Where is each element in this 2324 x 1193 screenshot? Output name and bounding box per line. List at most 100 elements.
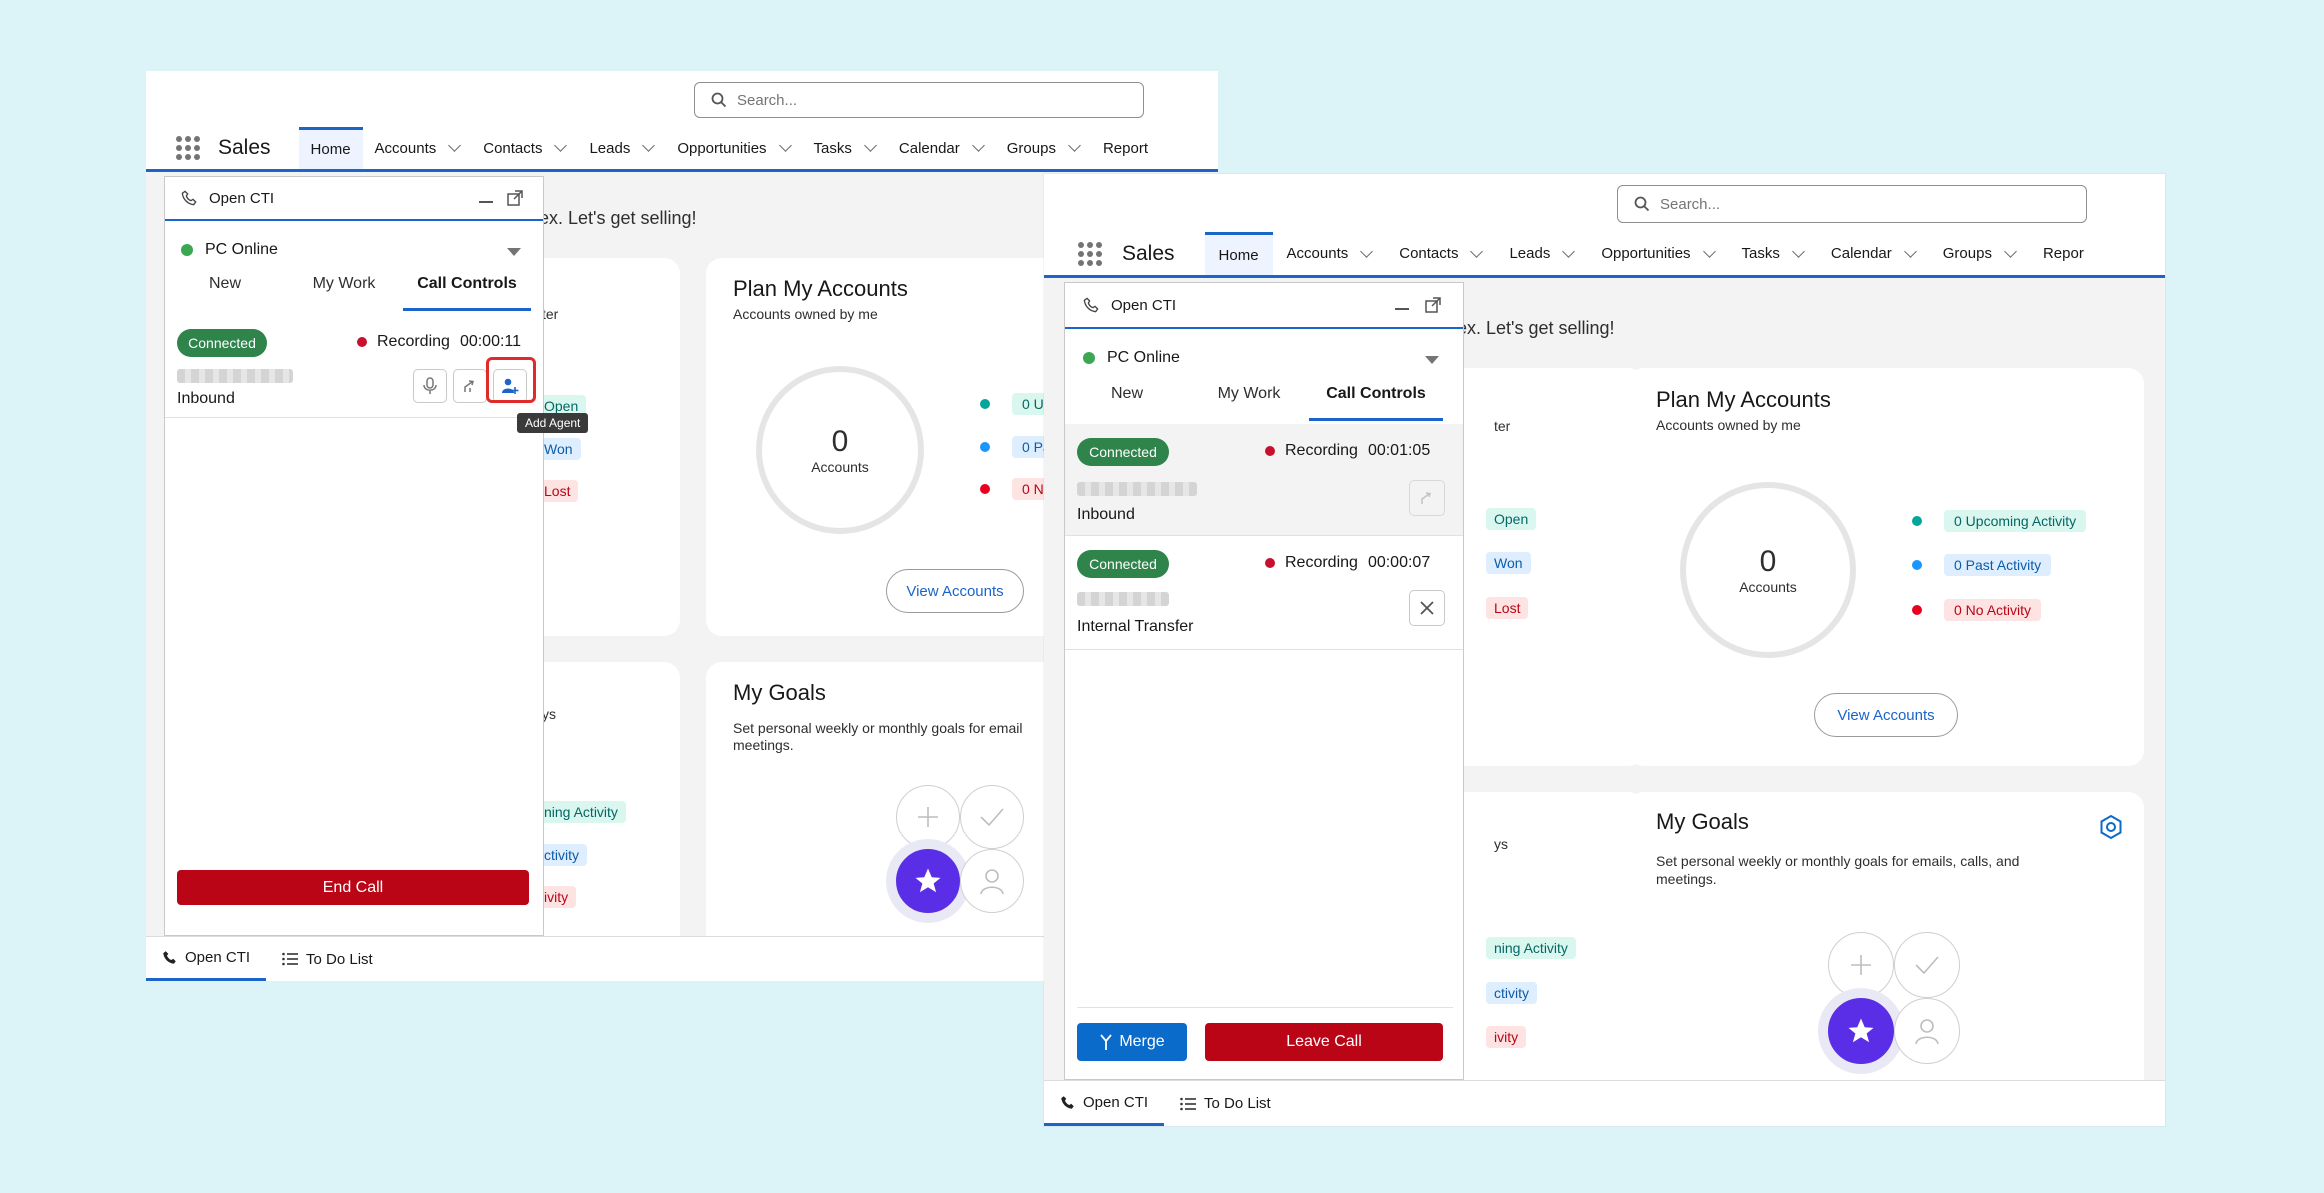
tab-new[interactable]: New bbox=[165, 275, 285, 311]
nav-home[interactable]: Home bbox=[1204, 232, 1273, 275]
star-icon bbox=[1818, 988, 1904, 1074]
hang-up-button[interactable] bbox=[1409, 590, 1445, 626]
nav-leads[interactable]: Leads bbox=[1495, 232, 1587, 275]
check-icon bbox=[1894, 932, 1960, 998]
recording-dot bbox=[1265, 446, 1275, 456]
presence-status[interactable]: PC Online bbox=[181, 241, 278, 259]
search-icon bbox=[711, 92, 727, 108]
chevron-down-icon[interactable] bbox=[448, 139, 462, 152]
card-subtitle: Accounts owned by me bbox=[1656, 417, 1801, 433]
nav-contacts[interactable]: Contacts bbox=[1385, 232, 1495, 275]
search-input[interactable]: Search... bbox=[694, 82, 1144, 118]
call-timer: 00:00:11 bbox=[459, 333, 522, 350]
past-pill: ctivity bbox=[1486, 982, 1537, 1004]
nav-groups[interactable]: Groups bbox=[995, 127, 1091, 169]
accounts-count: 0 bbox=[831, 425, 849, 458]
card-my-goals: My Goals Set personal weekly or monthly … bbox=[1628, 792, 2144, 1126]
partial-text: ter bbox=[1494, 418, 1511, 434]
chevron-down-icon[interactable] bbox=[864, 139, 877, 152]
chevron-down-icon[interactable] bbox=[1360, 244, 1374, 258]
tab-my-work[interactable]: My Work bbox=[1189, 385, 1309, 421]
phone-icon bbox=[163, 951, 176, 964]
popout-icon[interactable] bbox=[507, 190, 523, 206]
cti-title: Open CTI bbox=[1111, 296, 1177, 314]
nav-leads[interactable]: Leads bbox=[577, 127, 665, 169]
global-header: Search... Sales Home Accounts Contacts L… bbox=[1044, 174, 2165, 278]
utility-open-cti[interactable]: Open CTI bbox=[1044, 1081, 1165, 1126]
nav-contacts[interactable]: Contacts bbox=[471, 127, 577, 169]
utility-open-cti[interactable]: Open CTI bbox=[146, 937, 267, 981]
upcoming-pill: ning Activity bbox=[536, 801, 626, 823]
lost-pill: Lost bbox=[1486, 597, 1529, 619]
minimize-icon[interactable] bbox=[1395, 296, 1409, 310]
nav-bar: Sales Home Accounts Contacts Leads Oppor… bbox=[146, 127, 1218, 172]
tab-new[interactable]: New bbox=[1065, 385, 1189, 421]
nav-reports[interactable]: Report bbox=[1091, 127, 1148, 169]
accounts-label: Accounts bbox=[1739, 579, 1797, 595]
chevron-down-icon[interactable] bbox=[1562, 244, 1576, 258]
app-name: Sales bbox=[218, 136, 271, 159]
leave-call-button[interactable]: Leave Call bbox=[1205, 1023, 1443, 1061]
utility-todo-list[interactable]: To Do List bbox=[1164, 1081, 1287, 1126]
view-accounts-button[interactable]: View Accounts bbox=[1814, 693, 1958, 737]
end-call-button[interactable]: End Call bbox=[177, 870, 529, 905]
cti-header: Open CTI bbox=[165, 177, 543, 221]
partial-text: ys bbox=[542, 706, 556, 722]
accounts-donut: 0 Accounts bbox=[756, 366, 924, 534]
mute-button[interactable] bbox=[413, 369, 447, 403]
chevron-down-icon[interactable] bbox=[1702, 244, 1716, 258]
redacted-caller bbox=[1077, 592, 1169, 606]
transfer-button-disabled[interactable] bbox=[1409, 480, 1445, 516]
recording-status: Recording 00:00:11 bbox=[357, 333, 521, 351]
tab-my-work[interactable]: My Work bbox=[285, 275, 403, 311]
nav-home[interactable]: Home bbox=[298, 127, 363, 169]
nav-opportunities[interactable]: Opportunities bbox=[665, 127, 801, 169]
chevron-down-icon[interactable] bbox=[778, 139, 792, 152]
partial-text: ys bbox=[1494, 836, 1508, 852]
chevron-down-icon[interactable] bbox=[642, 139, 656, 152]
nav-calendar[interactable]: Calendar bbox=[1817, 232, 1929, 275]
status-dropdown-icon[interactable] bbox=[1425, 356, 1439, 364]
status-dropdown-icon[interactable] bbox=[507, 248, 521, 256]
open-cti-panel: Open CTI PC Online New My Work Call Cont… bbox=[1064, 282, 1464, 1080]
chevron-down-icon[interactable] bbox=[554, 139, 568, 152]
minimize-icon[interactable] bbox=[479, 189, 493, 203]
nav-opportunities[interactable]: Opportunities bbox=[1587, 232, 1727, 275]
chevron-down-icon[interactable] bbox=[2004, 244, 2017, 258]
recording-dot bbox=[1265, 558, 1275, 568]
presence-status[interactable]: PC Online bbox=[1083, 349, 1180, 367]
nav-tasks[interactable]: Tasks bbox=[1728, 232, 1817, 275]
search-input[interactable]: Search... bbox=[1617, 185, 2087, 223]
popout-icon[interactable] bbox=[1425, 297, 1441, 313]
merge-button[interactable]: Merge bbox=[1077, 1023, 1187, 1061]
star-icon bbox=[886, 839, 970, 923]
nav-tasks[interactable]: Tasks bbox=[802, 127, 887, 169]
tab-call-controls[interactable]: Call Controls bbox=[403, 275, 531, 311]
call-row: Connected Recording 00:00:07 Internal Tr… bbox=[1065, 536, 1463, 650]
nav-groups[interactable]: Groups bbox=[1929, 232, 2029, 275]
app-launcher-icon[interactable] bbox=[176, 136, 200, 160]
goals-description: Set personal weekly or monthly goals for… bbox=[1656, 853, 2020, 887]
nav-accounts[interactable]: Accounts bbox=[363, 127, 472, 169]
settings-icon[interactable] bbox=[2098, 814, 2124, 840]
nav-accounts[interactable]: Accounts bbox=[1273, 232, 1386, 275]
call-timer: 00:00:07 bbox=[1367, 554, 1431, 571]
cti-tabs: New My Work Call Controls bbox=[165, 275, 545, 311]
chevron-down-icon[interactable] bbox=[971, 139, 985, 152]
view-accounts-button[interactable]: View Accounts bbox=[886, 569, 1024, 613]
recording-dot bbox=[357, 337, 367, 347]
screenshot-two-calls: Search... Sales Home Accounts Contacts L… bbox=[1044, 174, 2165, 1126]
global-header: Search... Sales Home Accounts Contacts L… bbox=[146, 71, 1218, 172]
chevron-down-icon[interactable] bbox=[1792, 244, 1805, 258]
card-title: Plan My Accounts bbox=[733, 276, 908, 301]
chevron-down-icon[interactable] bbox=[1470, 244, 1484, 258]
app-launcher-icon[interactable] bbox=[1078, 241, 1102, 266]
chevron-down-icon[interactable] bbox=[1068, 139, 1081, 152]
nav-calendar[interactable]: Calendar bbox=[887, 127, 995, 169]
transfer-button[interactable] bbox=[453, 369, 487, 403]
nav-reports[interactable]: Repor bbox=[2029, 232, 2084, 275]
utility-todo-list[interactable]: To Do List bbox=[266, 937, 389, 981]
tab-call-controls[interactable]: Call Controls bbox=[1309, 385, 1443, 421]
welcome-message: ex. Let's get selling! bbox=[1457, 318, 1615, 338]
chevron-down-icon[interactable] bbox=[1903, 244, 1917, 258]
